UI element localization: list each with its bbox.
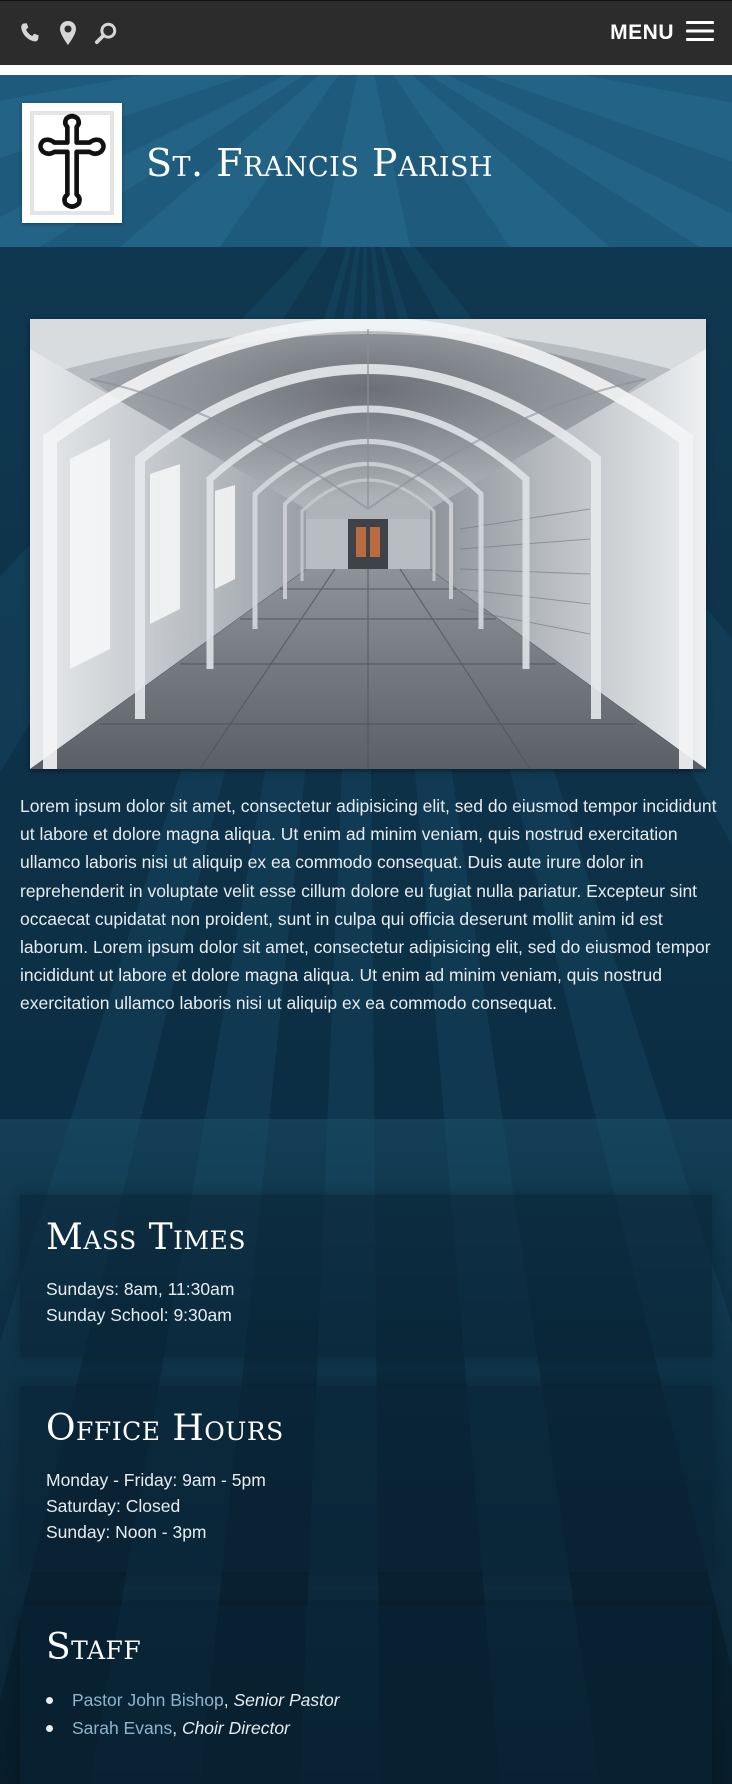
office-hours-card: Office Hours Monday - Friday: 9am - 5pm … <box>20 1386 712 1572</box>
staff-role: Choir Director <box>181 1718 290 1738</box>
hamburger-icon <box>686 20 714 47</box>
parish-logo[interactable] <box>22 103 122 223</box>
mass-times-title: Mass Times <box>46 1217 247 1258</box>
mass-times-line: Sundays: 8am, 11:30am <box>46 1279 235 1299</box>
staff-name-link[interactable]: Pastor John Bishop <box>72 1690 224 1710</box>
site-header: St. Francis Parish <box>0 75 732 247</box>
staff-list: Pastor John Bishop, Senior Pastor Sarah … <box>46 1686 686 1742</box>
office-hours-line: Sunday: Noon - 3pm <box>46 1522 207 1542</box>
staff-role: Senior Pastor <box>233 1690 340 1710</box>
cloister-archway-corridor <box>30 319 706 769</box>
header-divider <box>0 65 732 75</box>
menu-label: MENU <box>610 21 674 44</box>
cross-icon <box>38 113 106 209</box>
staff-title: Staff <box>46 1627 142 1668</box>
topbar-icons <box>18 19 118 47</box>
mass-times-card: Mass Times Sundays: 8am, 11:30am Sunday … <box>20 1195 712 1357</box>
office-hours-title: Office Hours <box>46 1408 284 1449</box>
staff-member: Pastor John Bishop, Senior Pastor <box>46 1686 686 1714</box>
office-hours-line: Saturday: Closed <box>46 1496 181 1516</box>
staff-member: Sarah Evans, Choir Director <box>46 1714 686 1742</box>
staff-card: Staff Pastor John Bishop, Senior Pastor … <box>20 1605 712 1784</box>
search-icon[interactable] <box>94 19 118 47</box>
office-hours-line: Monday - Friday: 9am - 5pm <box>46 1470 266 1490</box>
hero-image <box>30 319 706 769</box>
mass-times-line: Sunday School: 9:30am <box>46 1305 232 1325</box>
top-bar: MENU <box>0 0 732 65</box>
phone-icon[interactable] <box>18 19 42 47</box>
intro-paragraph: Lorem ipsum dolor sit amet, consectetur … <box>20 796 717 1014</box>
staff-name-link[interactable]: Sarah Evans <box>72 1718 172 1738</box>
menu-button[interactable]: MENU <box>610 20 714 47</box>
location-pin-icon[interactable] <box>56 19 80 47</box>
site-title: St. Francis Parish <box>146 141 494 185</box>
